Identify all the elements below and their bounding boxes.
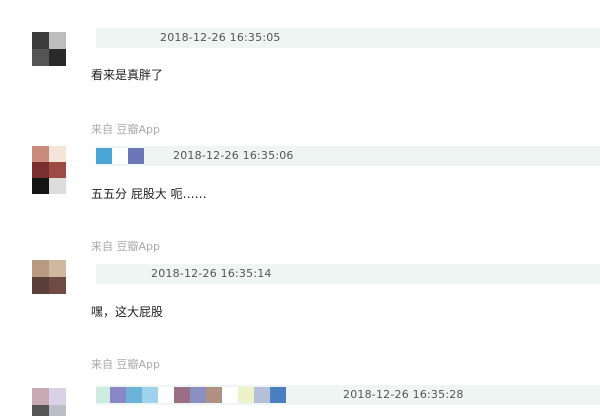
comment-text: 看来是真胖了	[91, 68, 164, 82]
comment-timestamp: 2018-12-26 16:35:14	[151, 267, 272, 280]
avatar-pixel	[32, 388, 49, 405]
comment-text: 五五分 屁股大 呃……	[91, 187, 207, 201]
name-pixel	[126, 387, 142, 403]
avatar[interactable]	[32, 260, 66, 294]
avatar[interactable]	[32, 32, 66, 66]
comment-source: 来自 豆瓣App	[91, 358, 160, 371]
avatar-pixel	[32, 277, 49, 294]
avatar[interactable]	[32, 388, 66, 416]
name-pixel	[112, 148, 128, 164]
name-pixel	[96, 148, 112, 164]
comment-source: 来自 豆瓣App	[91, 240, 160, 253]
name-pixel	[128, 148, 144, 164]
name-pixel	[174, 387, 190, 403]
avatar-pixel	[32, 260, 49, 277]
comment-timestamp: 2018-12-26 16:35:28	[343, 388, 464, 401]
name-pixel	[238, 387, 254, 403]
avatar-pixel	[49, 162, 66, 178]
name-pixel	[110, 387, 126, 403]
name-pixel	[222, 387, 238, 403]
avatar-pixel	[32, 49, 49, 66]
avatar-pixel	[49, 277, 66, 294]
name-pixel	[206, 387, 222, 403]
comment-timestamp: 2018-12-26 16:35:06	[173, 149, 294, 162]
comment-timestamp: 2018-12-26 16:35:05	[160, 31, 281, 44]
name-pixel	[96, 387, 110, 403]
avatar-pixel	[49, 260, 66, 277]
avatar-pixel	[32, 405, 49, 416]
avatar-pixel	[32, 32, 49, 49]
comment-header	[96, 146, 600, 166]
comment-text: 嘿，这大屁股	[91, 305, 164, 319]
avatar-pixel	[49, 49, 66, 66]
comment-source: 来自 豆瓣App	[91, 123, 160, 136]
name-pixel	[190, 387, 206, 403]
comment-list: 2018-12-26 16:35:05 看来是真胖了 来自 豆瓣App 2018…	[0, 0, 600, 416]
avatar-pixel	[32, 178, 49, 194]
avatar-pixel	[49, 178, 66, 194]
avatar-pixel	[49, 32, 66, 49]
avatar-pixel	[49, 405, 66, 416]
name-pixel	[270, 387, 286, 403]
username-blocks[interactable]	[96, 387, 286, 403]
avatar-pixel	[49, 388, 66, 405]
name-pixel	[254, 387, 270, 403]
name-pixel	[142, 387, 158, 403]
name-pixel	[158, 387, 174, 403]
avatar[interactable]	[32, 146, 66, 194]
avatar-pixel	[32, 162, 49, 178]
avatar-pixel	[49, 146, 66, 162]
avatar-pixel	[32, 146, 49, 162]
username-blocks[interactable]	[96, 148, 144, 164]
